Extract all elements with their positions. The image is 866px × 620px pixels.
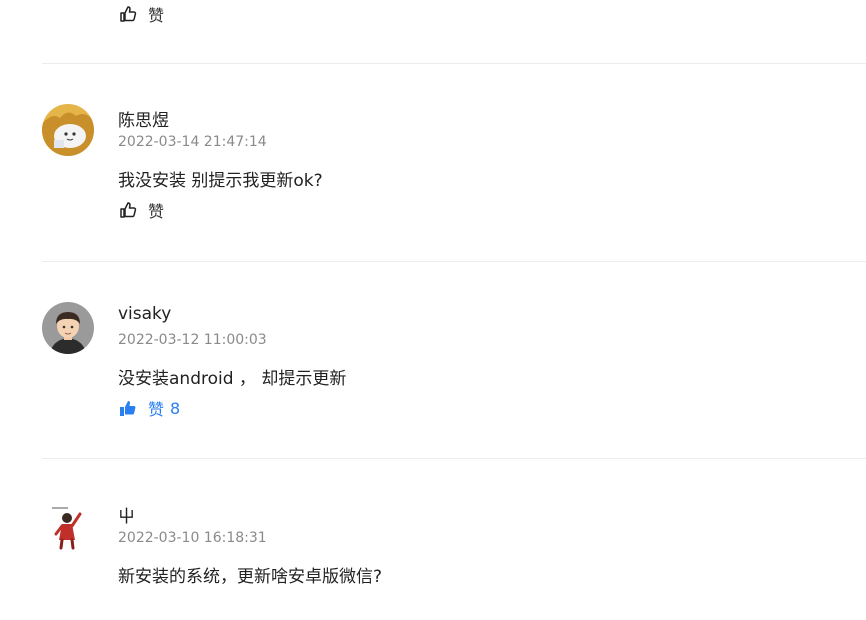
- avatar[interactable]: [42, 302, 94, 354]
- comment-item: 陈思煜 2022-03-14 21:47:14 我没安装 别提示我更新ok? 赞: [0, 104, 866, 224]
- like-button[interactable]: 赞 8: [118, 396, 180, 420]
- username[interactable]: visaky: [118, 304, 171, 324]
- like-label: 赞: [148, 400, 165, 419]
- like-label: 赞: [148, 6, 165, 25]
- sticker-avatar-icon: [42, 500, 94, 552]
- username[interactable]: 陈思煜: [118, 106, 169, 131]
- divider: [42, 458, 866, 459]
- avatar[interactable]: [42, 104, 94, 156]
- comment-text: 没安装android ， 却提示更新: [118, 369, 347, 389]
- timestamp: 2022-03-12 11:00:03: [118, 332, 267, 348]
- person-avatar-icon: [42, 302, 94, 354]
- comment-text: 新安装的系统，更新啥安卓版微信?: [118, 567, 383, 587]
- thumbs-up-filled-icon: [120, 401, 136, 416]
- divider: [42, 261, 866, 262]
- comment-item: 屮 2022-03-10 16:18:31 新安装的系统，更新啥安卓版微信?: [0, 500, 866, 620]
- divider: [42, 63, 866, 64]
- like-button[interactable]: 赞: [118, 198, 164, 222]
- timestamp: 2022-03-14 21:47:14: [118, 134, 267, 150]
- thumbs-up-outline-icon: [120, 6, 137, 22]
- like-button-previous[interactable]: 赞: [118, 2, 164, 26]
- timestamp: 2022-03-10 16:18:31: [118, 530, 267, 546]
- thumbs-up-outline-icon: [120, 202, 137, 218]
- avatar[interactable]: [42, 500, 94, 552]
- like-label: 赞: [148, 202, 165, 221]
- comment-item: visaky 2022-03-12 11:00:03 没安装android ， …: [0, 302, 866, 422]
- cartoon-avatar-icon: [42, 104, 94, 156]
- username[interactable]: 屮: [118, 502, 135, 527]
- comment-text: 我没安装 别提示我更新ok?: [118, 171, 323, 191]
- like-count: 8: [170, 398, 181, 418]
